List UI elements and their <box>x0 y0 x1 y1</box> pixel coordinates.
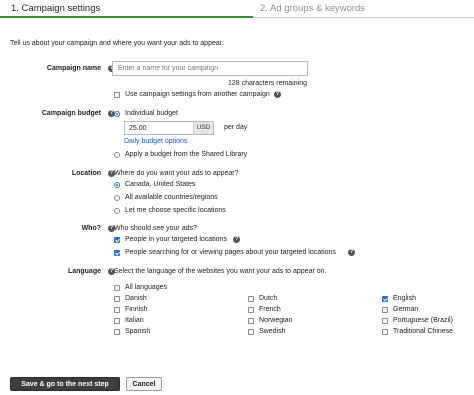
location-option-canada-us: Canada, United States <box>125 181 196 188</box>
tab-ad-groups-keywords[interactable]: 2. Ad groups & keywords <box>253 0 474 18</box>
location-label: Location <box>71 170 101 177</box>
individual-budget-label: Individual budget <box>125 110 178 117</box>
step-tabs: 1. Campaign settings 2. Ad groups & keyw… <box>0 0 474 18</box>
location-radio-all[interactable] <box>114 195 120 201</box>
chars-remaining: 128 characters remaining <box>228 80 307 87</box>
location-radio-specific[interactable] <box>114 208 120 214</box>
use-settings-checkbox[interactable] <box>114 92 120 98</box>
who-targeted-help-icon[interactable]: ? <box>233 236 240 243</box>
who-checkbox-searching-viewing[interactable] <box>114 250 120 256</box>
campaign-name-label: Campaign name <box>46 65 101 72</box>
language-option-portuguese-brazil: Portuguese (Brazil) <box>393 317 453 324</box>
language-option-traditional-chinese: Traditional Chinese <box>393 328 454 335</box>
language-question: Select the language of the websites you … <box>114 268 327 275</box>
who-label: Who? <box>81 225 101 232</box>
language-checkbox-danish[interactable] <box>114 296 120 302</box>
location-question: Where do you want your ads to appear? <box>114 170 239 177</box>
tab-campaign-settings-label: 1. Campaign settings <box>11 3 101 14</box>
language-checkbox-german[interactable] <box>382 307 388 313</box>
use-settings-help-icon[interactable]: ? <box>274 91 281 98</box>
language-checkbox-traditional-chinese[interactable] <box>382 329 388 335</box>
language-checkbox-norwegian[interactable] <box>248 318 254 324</box>
location-option-specific: Let me choose specific locations <box>125 207 226 214</box>
shared-budget-label: Apply a budget from the Shared Library <box>125 151 248 158</box>
language-option-french: French <box>259 306 281 313</box>
location-radio-canada-us[interactable] <box>114 182 120 188</box>
language-option-all: All languages <box>125 284 168 291</box>
campaign-name-input[interactable] <box>113 62 307 75</box>
language-option-german: German <box>393 306 419 313</box>
language-option-english: English <box>393 295 416 302</box>
language-checkbox-portuguese-brazil[interactable] <box>382 318 388 324</box>
language-checkbox-italian[interactable] <box>114 318 120 324</box>
language-option-spanish: Spanish <box>125 328 151 335</box>
language-checkbox-spanish[interactable] <box>114 329 120 335</box>
budget-amount-field[interactable]: 25.00 USD <box>124 121 214 135</box>
who-question: Who should see your ads? <box>114 225 197 232</box>
language-checkbox-dutch[interactable] <box>248 296 254 302</box>
cancel-button[interactable]: Cancel <box>126 377 162 391</box>
language-checkbox-finnish[interactable] <box>114 307 120 313</box>
budget-currency: USD <box>193 122 213 134</box>
language-option-italian: Italian <box>125 317 144 324</box>
who-option-searching-viewing: People searching for or viewing pages ab… <box>125 249 336 256</box>
tab-ad-groups-keywords-label: 2. Ad groups & keywords <box>260 3 366 14</box>
language-checkbox-english[interactable] <box>382 296 388 302</box>
per-day-label: per day <box>224 124 248 131</box>
daily-budget-options-link[interactable]: Daily budget options <box>124 138 187 145</box>
language-option-danish: Danish <box>125 295 147 302</box>
budget-amount-value: 25.00 <box>129 125 147 132</box>
language-label: Language <box>67 268 101 275</box>
language-checkbox-swedish[interactable] <box>248 329 254 335</box>
language-option-swedish: Swedish <box>259 328 286 335</box>
language-option-finnish: Finnish <box>125 306 148 313</box>
language-option-norwegian: Norwegian <box>259 317 293 324</box>
use-settings-label: Use campaign settings from another campa… <box>125 91 270 98</box>
tab-campaign-settings[interactable]: 1. Campaign settings <box>0 0 253 18</box>
intro-text: Tell us about your campaign and where yo… <box>10 40 224 47</box>
language-checkbox-french[interactable] <box>248 307 254 313</box>
who-checkbox-targeted-locations[interactable] <box>114 237 120 243</box>
save-next-step-button[interactable]: Save & go to the next step <box>10 377 120 391</box>
who-searching-help-icon[interactable]: ? <box>348 249 355 256</box>
shared-budget-radio[interactable] <box>114 152 120 158</box>
location-option-all: All available countries/regions <box>125 194 218 201</box>
who-option-targeted-locations: People in your targeted locations <box>125 236 227 243</box>
campaign-name-field[interactable] <box>112 61 308 76</box>
language-option-dutch: Dutch <box>259 295 278 302</box>
campaign-budget-label: Campaign budget <box>41 110 101 117</box>
individual-budget-radio[interactable] <box>114 111 120 117</box>
language-checkbox-all[interactable] <box>114 285 120 291</box>
